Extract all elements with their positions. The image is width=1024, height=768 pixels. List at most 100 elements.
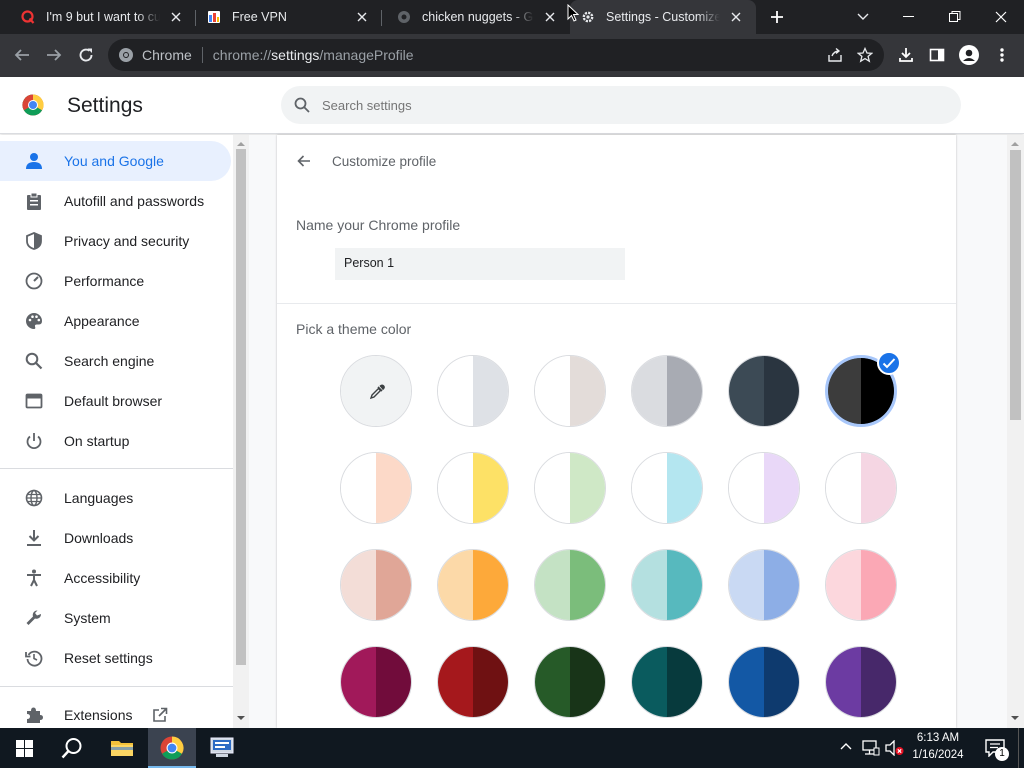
swatch-left-half [729, 453, 764, 523]
downloads-button[interactable] [891, 40, 921, 70]
content-scroll-thumb[interactable] [1010, 150, 1021, 420]
sidebar-item-extensions[interactable]: Extensions [0, 695, 231, 728]
back-arrow-button[interactable] [291, 148, 317, 174]
share-button[interactable] [820, 40, 850, 70]
swatch-left-half [535, 356, 570, 426]
theme-color-swatch[interactable] [340, 646, 412, 718]
profile-button[interactable] [954, 40, 984, 70]
sidebar-item-you-and-google[interactable]: You and Google [0, 141, 231, 181]
side-panel-button[interactable] [922, 40, 952, 70]
search-input[interactable] [322, 97, 882, 113]
taskbar-time[interactable]: 6:13 AM [898, 732, 978, 744]
theme-color-swatch[interactable] [631, 452, 703, 524]
scroll-down-icon[interactable] [1011, 715, 1019, 721]
swatch-right-half [570, 647, 605, 717]
restore-button[interactable] [932, 0, 978, 34]
new-tab-button[interactable] [760, 0, 794, 34]
taskbar-date[interactable]: 1/16/2024 [898, 749, 978, 761]
sidebar-item-performance[interactable]: Performance [0, 261, 231, 301]
start-button[interactable] [0, 728, 48, 768]
close-tab-icon[interactable] [728, 9, 744, 25]
swatch-left-half [632, 550, 667, 620]
tab-search-button[interactable] [840, 0, 886, 34]
theme-color-swatch[interactable] [728, 355, 800, 427]
theme-color-swatch[interactable] [728, 452, 800, 524]
show-desktop-button[interactable] [1018, 728, 1024, 768]
sidebar-item-system[interactable]: System [0, 598, 231, 638]
theme-color-swatch[interactable] [534, 355, 606, 427]
theme-color-swatch[interactable] [437, 549, 509, 621]
sidebar-item-reset-settings[interactable]: Reset settings [0, 638, 231, 678]
menu-button[interactable] [987, 40, 1017, 70]
theme-color-swatch[interactable] [534, 452, 606, 524]
forward-button[interactable] [39, 40, 69, 70]
tab-free-vpn[interactable]: Free VPN [186, 0, 382, 34]
sidebar-item-label: Accessibility [64, 570, 141, 586]
swatch-left-half [438, 550, 473, 620]
taskbar-search-button[interactable] [48, 728, 96, 768]
swatch-left-half [828, 358, 861, 424]
close-tab-icon[interactable] [168, 9, 184, 25]
theme-color-swatch[interactable] [825, 452, 897, 524]
theme-color-swatch[interactable] [340, 452, 412, 524]
file-explorer-button[interactable] [98, 728, 146, 768]
tab-title: chicken nuggets - Google [422, 10, 534, 24]
profile-name-input[interactable] [344, 256, 604, 270]
tab-chicken-nuggets[interactable]: chicken nuggets - Google [376, 0, 570, 34]
theme-color-swatch[interactable] [534, 646, 606, 718]
sidebar-item-appearance[interactable]: Appearance [0, 301, 231, 341]
content-scrollbar[interactable] [1007, 135, 1024, 728]
network-icon[interactable] [862, 740, 880, 756]
theme-color-swatch[interactable] [631, 355, 703, 427]
swatch-right-half [376, 647, 411, 717]
reload-button[interactable] [71, 40, 101, 70]
scroll-down-icon[interactable] [237, 715, 245, 721]
sidebar-item-languages[interactable]: Languages [0, 478, 231, 518]
minimize-button[interactable] [886, 0, 932, 34]
theme-color-swatch[interactable] [728, 646, 800, 718]
mouse-cursor-icon [567, 4, 579, 22]
app-taskbar-button[interactable] [198, 728, 246, 768]
tab-quora[interactable]: I'm 9 but I want to cum [0, 0, 196, 34]
bookmark-button[interactable] [850, 40, 880, 70]
theme-color-swatch[interactable] [340, 549, 412, 621]
sidebar-scrollbar[interactable] [233, 135, 249, 728]
sidebar-item-on-startup[interactable]: On startup [0, 421, 231, 461]
theme-color-swatch[interactable] [631, 549, 703, 621]
sidebar-item-search-engine[interactable]: Search engine [0, 341, 231, 381]
scroll-up-icon[interactable] [1011, 141, 1019, 147]
address-bar[interactable]: Chrome chrome://settings/manageProfile [108, 39, 884, 71]
swatch-right-half [764, 356, 799, 426]
scroll-up-icon[interactable] [237, 141, 245, 147]
gear-icon [580, 9, 596, 25]
search-icon [24, 351, 44, 371]
tab-settings[interactable]: Settings - Customize profile [570, 0, 756, 34]
sidebar-item-default-browser[interactable]: Default browser [0, 381, 231, 421]
close-tab-icon[interactable] [542, 9, 558, 25]
sidebar-item-privacy[interactable]: Privacy and security [0, 221, 231, 261]
theme-color-swatch[interactable] [728, 549, 800, 621]
theme-color-swatch[interactable] [437, 452, 509, 524]
sidebar-item-downloads[interactable]: Downloads [0, 518, 231, 558]
quora-icon [20, 9, 36, 25]
theme-color-swatch[interactable] [534, 549, 606, 621]
theme-color-swatch[interactable] [825, 549, 897, 621]
theme-color-swatch[interactable] [631, 646, 703, 718]
theme-color-swatch[interactable] [437, 646, 509, 718]
sidebar-scroll-thumb[interactable] [236, 149, 246, 665]
custom-color-picker[interactable] [340, 355, 412, 427]
notifications-button[interactable]: 1 [980, 728, 1010, 768]
close-tab-icon[interactable] [354, 9, 370, 25]
back-button[interactable] [7, 40, 37, 70]
settings-search[interactable] [281, 86, 961, 124]
profile-name-field[interactable] [335, 248, 625, 280]
customize-profile-card: Customize profile Name your Chrome profi… [277, 135, 956, 728]
theme-color-swatch[interactable] [825, 646, 897, 718]
chevron-up-icon[interactable] [840, 742, 852, 750]
sidebar-item-label: Appearance [64, 313, 140, 329]
sidebar-item-autofill[interactable]: Autofill and passwords [0, 181, 231, 221]
chrome-taskbar-button[interactable] [148, 728, 196, 768]
close-window-button[interactable] [978, 0, 1024, 34]
theme-color-swatch[interactable] [437, 355, 509, 427]
sidebar-item-accessibility[interactable]: Accessibility [0, 558, 231, 598]
